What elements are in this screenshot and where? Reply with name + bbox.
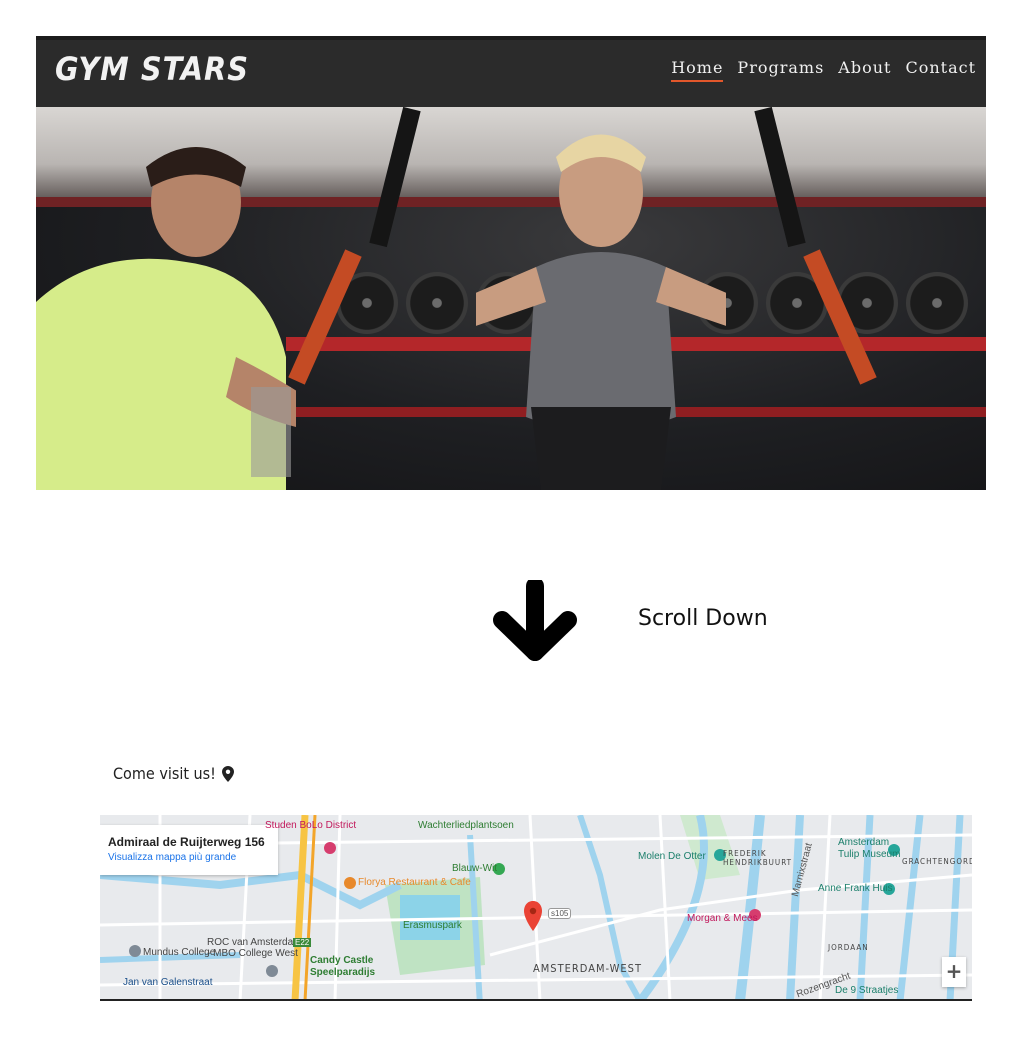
- map-label: Amsterdam Tulip Museum: [838, 837, 901, 860]
- woman-figure: [476, 134, 726, 490]
- man-figure: [36, 147, 296, 490]
- map-embed[interactable]: Admiraal de Ruijterweg 156 Visualizza ma…: [100, 815, 972, 1001]
- map-label: Mundus College: [143, 947, 216, 958]
- map-label: Studen BoLo District: [265, 820, 357, 831]
- map-label: De 9 Straatjes: [835, 985, 899, 996]
- arrow-down-icon[interactable]: [492, 580, 578, 664]
- map-label: JORDAAN: [828, 943, 869, 952]
- zoom-in-button[interactable]: +: [942, 957, 966, 987]
- map-label: Blauw-Wit: [452, 863, 498, 874]
- map-label: Anne Frank Huis: [818, 883, 893, 894]
- map-label: Florya Restaurant & Cafe: [358, 877, 471, 888]
- visit-heading: Come visit us!: [113, 764, 234, 783]
- map-label: Candy Castle Speelparadijs: [310, 955, 376, 978]
- main-nav: Home Programs About Contact: [671, 58, 976, 82]
- visit-title: Come visit us!: [113, 764, 216, 783]
- site-header: GYM STARS Home Programs About Contact: [36, 36, 986, 107]
- nav-contact[interactable]: Contact: [905, 58, 976, 82]
- map-label: Morgan & Mees: [687, 913, 758, 924]
- map-label: AMSTERDAM-WEST: [533, 962, 642, 975]
- map-label: Jan van Galenstraat: [123, 977, 213, 988]
- nav-home[interactable]: Home: [671, 58, 724, 82]
- route-badge: s105: [548, 908, 572, 919]
- map-label: ROC van Amsterdam - MBO College West: [207, 937, 302, 959]
- site-logo[interactable]: GYM STARS: [55, 50, 249, 88]
- map-label: FREDERIK HENDRIKBUURT: [723, 849, 793, 867]
- map-address-card: Admiraal de Ruijterweg 156 Visualizza ma…: [100, 825, 278, 875]
- map-label: Erasmuspark: [403, 920, 462, 931]
- scroll-down-label: Scroll Down: [638, 606, 768, 631]
- map-label: Molen De Otter: [638, 851, 706, 862]
- view-larger-map-link[interactable]: Visualizza mappa più grande: [108, 852, 278, 863]
- nav-about[interactable]: About: [838, 58, 891, 82]
- nav-programs[interactable]: Programs: [737, 58, 824, 82]
- route-badge: E22: [293, 938, 312, 947]
- map-label: GRACHTENGORDEL-W: [902, 857, 972, 866]
- map-label: Wachterliedplantsoen: [418, 820, 514, 831]
- map-address-title: Admiraal de Ruijterweg 156: [108, 835, 265, 849]
- map-pin-icon: [221, 765, 234, 782]
- hero-image: [36, 107, 986, 490]
